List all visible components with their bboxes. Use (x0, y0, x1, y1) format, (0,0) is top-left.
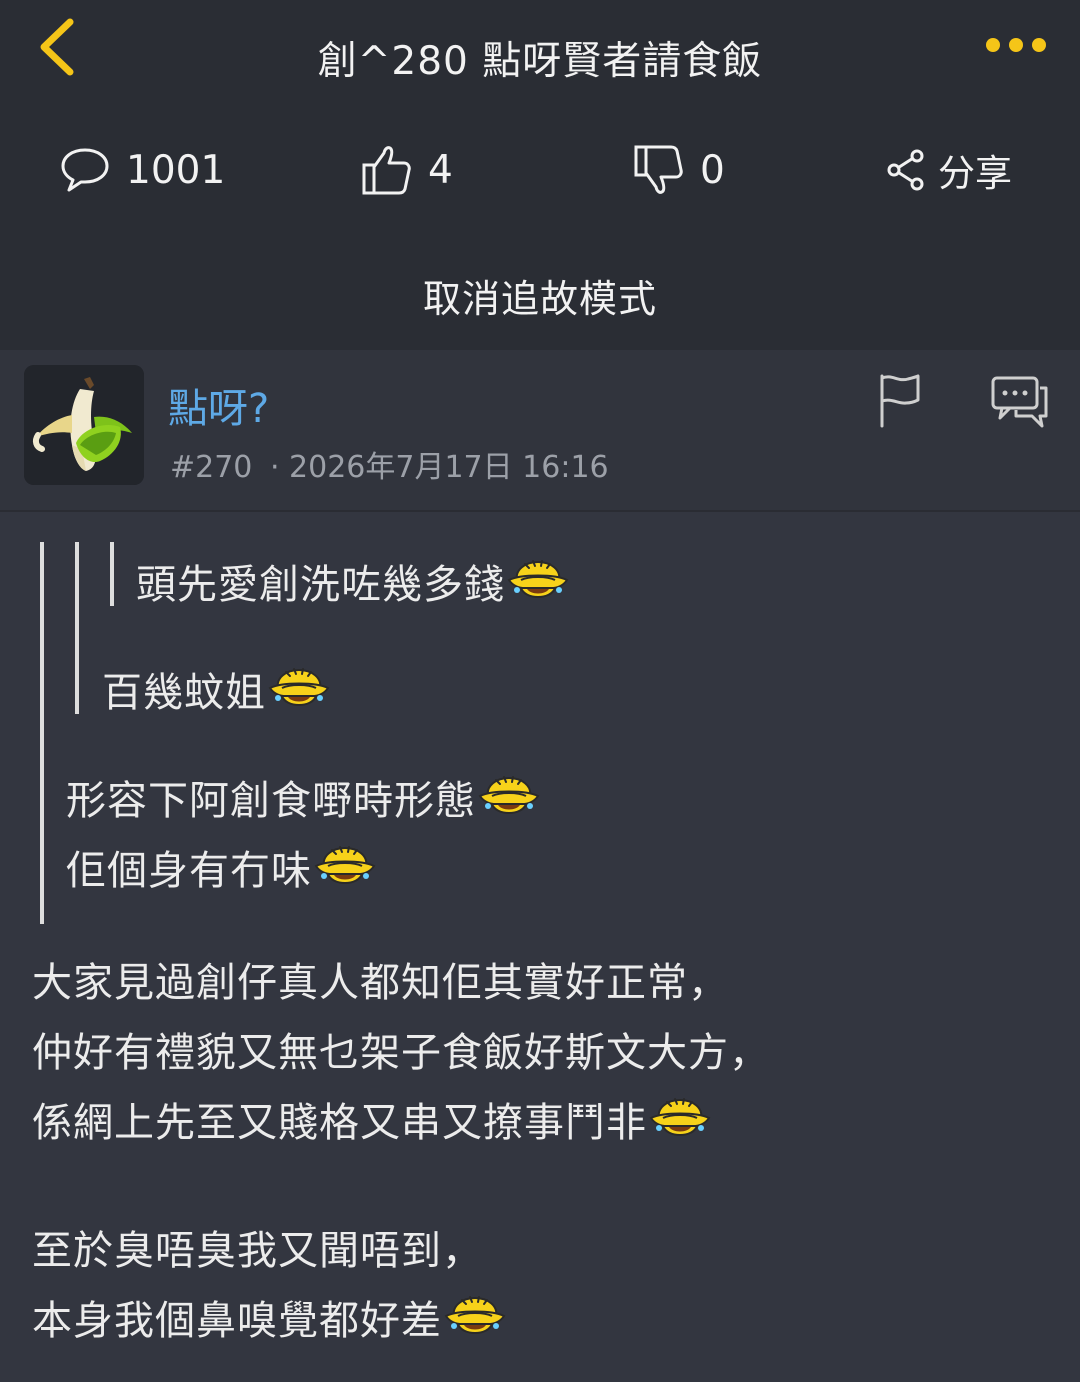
body-line-2: 仲好有禮貌又無乜架子食飯好斯文大方， (32, 1030, 770, 1076)
more-options-button[interactable] (986, 34, 1058, 56)
reply-button[interactable] (990, 374, 1050, 430)
quote-bar-level2 (75, 542, 79, 714)
quote-bar-level3 (110, 542, 114, 606)
back-chevron-icon (40, 18, 74, 76)
banana-avatar (24, 365, 144, 485)
share-icon (887, 149, 924, 191)
like-button[interactable]: 4 (360, 138, 453, 202)
comments-number: 1001 (126, 147, 226, 193)
quote-bar-level1 (40, 542, 44, 924)
dislikes-number: 0 (700, 147, 725, 193)
share-button[interactable]: 分享 (886, 138, 1012, 202)
thumbs-up-icon (362, 146, 411, 195)
floor-number: #270 (170, 450, 253, 485)
quote-level3-text: 頭先愛創洗咗幾多錢 (136, 552, 569, 610)
body-line-3: 係網上先至又賤格又串又撩事鬥非 (32, 1090, 711, 1148)
avatar[interactable] (24, 365, 144, 485)
post-meta: #270 · 2026年7月17日 16:16 (170, 442, 609, 486)
reply-chat-icon (991, 376, 1048, 428)
back-button[interactable] (36, 14, 86, 80)
comment-bubble-icon (61, 148, 109, 192)
thumbs-down-icon (634, 145, 683, 194)
laughing-emoji-icon (269, 668, 329, 706)
share-label: 分享 (938, 152, 1012, 195)
report-button[interactable] (876, 372, 924, 428)
laughing-emoji-icon (315, 846, 375, 884)
thread-title: 創^280 點呀賢者請食飯 (317, 39, 763, 84)
dislike-button[interactable]: 0 (632, 138, 725, 202)
username-link[interactable]: 點呀? (168, 376, 269, 434)
cancel-follow-mode-button[interactable]: 取消追故模式 (0, 268, 1080, 323)
body-line-5: 本身我個鼻嗅覺都好差 (32, 1288, 506, 1346)
quote-level1-line1: 形容下阿創食嘢時形態 (66, 768, 540, 826)
quote-level2-text: 百幾蚊姐 (102, 660, 330, 718)
top-header: 創^280 點呀賢者請食飯 1001 4 0 分享 取消追故模式 (0, 0, 1080, 350)
more-dots-icon (986, 38, 1000, 52)
body-line-1: 大家見過創仔真人都知佢其實好正常， (32, 960, 729, 1006)
likes-number: 4 (428, 147, 453, 193)
laughing-emoji-icon (508, 560, 568, 598)
laughing-emoji-icon (445, 1296, 505, 1334)
quote-level1-line2: 佢個身有冇味 (66, 838, 376, 896)
flag-icon (880, 374, 920, 428)
post-header: 點呀? #270 · 2026年7月17日 16:16 (0, 350, 1080, 512)
body-line-4: 至於臭唔臭我又聞唔到， (32, 1228, 483, 1274)
laughing-emoji-icon (479, 776, 539, 814)
post-timestamp: · 2026年7月17日 16:16 (269, 450, 609, 485)
comments-count[interactable]: 1001 (60, 138, 225, 202)
laughing-emoji-icon (650, 1098, 710, 1136)
